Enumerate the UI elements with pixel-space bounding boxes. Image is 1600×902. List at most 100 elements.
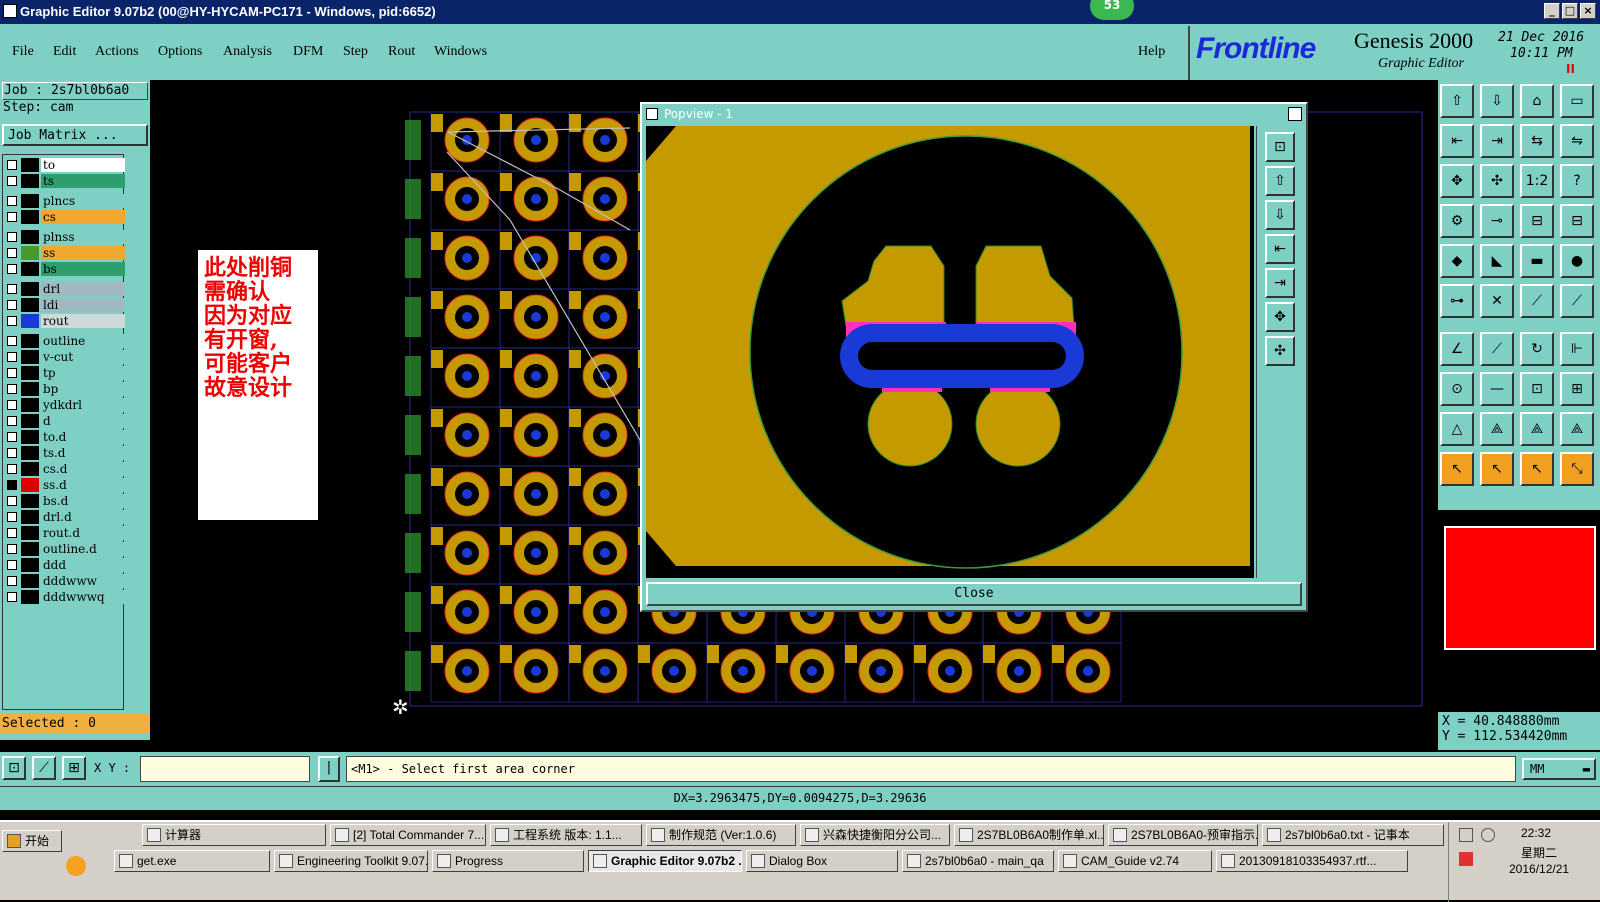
tool-button-33-icon[interactable]: △ xyxy=(1440,412,1474,446)
tool-button-40-icon[interactable]: ⤡ xyxy=(1560,452,1594,486)
tool-button-20-icon[interactable]: ● xyxy=(1560,244,1594,278)
layer-color-swatch[interactable] xyxy=(21,210,39,224)
layer-row-cs[interactable]: cs xyxy=(7,209,125,225)
layer-checkbox[interactable] xyxy=(7,284,17,294)
tool-button-38-icon[interactable]: ↖ xyxy=(1480,452,1514,486)
layer-name[interactable]: ss xyxy=(41,246,125,260)
layer-checkbox[interactable] xyxy=(7,560,17,570)
menu-actions[interactable]: Actions xyxy=(95,44,139,60)
layer-row-rout[interactable]: rout xyxy=(7,313,125,329)
tool-button-27-icon[interactable]: ↻ xyxy=(1520,332,1554,366)
taskbar-item[interactable]: get.exe xyxy=(114,850,270,872)
layer-checkbox[interactable] xyxy=(7,232,17,242)
tool-button-36-icon[interactable]: ⟁ xyxy=(1560,412,1594,446)
taskbar-item[interactable]: 计算器 xyxy=(142,824,326,846)
layer-row-plnss[interactable]: plnss xyxy=(7,229,125,245)
tool-button-14-icon[interactable]: ⊸ xyxy=(1480,204,1514,238)
separator-button[interactable]: | xyxy=(318,756,340,782)
tool-button-15-icon[interactable]: ⊟ xyxy=(1520,204,1554,238)
popview-tool-6-icon[interactable]: ✥ xyxy=(1265,302,1295,332)
layer-color-swatch[interactable] xyxy=(21,414,39,428)
volume-icon[interactable] xyxy=(1481,828,1495,842)
tool-button-25-icon[interactable]: ∠ xyxy=(1440,332,1474,366)
popview-tool-5-icon[interactable]: ⇥ xyxy=(1265,268,1295,298)
tray-app-icon[interactable] xyxy=(1459,852,1473,866)
layer-name[interactable]: cs xyxy=(41,210,125,224)
layer-color-swatch[interactable] xyxy=(21,282,39,296)
layer-name[interactable]: to xyxy=(41,158,125,172)
taskbar-item[interactable]: CAM_Guide v2.74 xyxy=(1058,850,1212,872)
layer-color-swatch[interactable] xyxy=(21,526,39,540)
tool-button-35-icon[interactable]: ⟁ xyxy=(1520,412,1554,446)
layer-row-v-cut[interactable]: v-cut xyxy=(7,349,125,365)
layer-color-swatch[interactable] xyxy=(21,398,39,412)
job-matrix-button[interactable]: Job Matrix ... xyxy=(2,124,148,146)
layer-row-plncs[interactable]: plncs xyxy=(7,193,125,209)
start-button[interactable]: 开始 xyxy=(2,830,62,852)
taskbar-item[interactable]: Dialog Box xyxy=(746,850,898,872)
menu-windows[interactable]: Windows xyxy=(434,44,487,60)
layer-name[interactable]: bs.d xyxy=(41,494,125,508)
layer-checkbox[interactable] xyxy=(7,316,17,326)
layer-name[interactable]: bp xyxy=(41,382,125,396)
layer-row-bp[interactable]: bp xyxy=(7,381,125,397)
menu-step[interactable]: Step xyxy=(343,44,368,60)
layer-color-swatch[interactable] xyxy=(21,158,39,172)
layer-name[interactable]: drl.d xyxy=(41,510,125,524)
tool-button-22-icon[interactable]: ✕ xyxy=(1480,284,1514,318)
layer-color-swatch[interactable] xyxy=(21,382,39,396)
layer-name[interactable]: bs xyxy=(41,262,125,276)
popview-zoom-view[interactable] xyxy=(646,126,1254,578)
layer-row-bs-d[interactable]: bs.d xyxy=(7,493,125,509)
tool-button-30-icon[interactable]: — xyxy=(1480,372,1514,406)
popview-close-button[interactable]: Close xyxy=(646,582,1302,606)
tool-button-6-icon[interactable]: ⇥ xyxy=(1480,124,1514,158)
grid-icon[interactable]: ⊞ xyxy=(62,756,86,780)
tool-button-12-icon[interactable]: ? xyxy=(1560,164,1594,198)
taskbar-item[interactable]: Engineering Toolkit 9.07... xyxy=(274,850,428,872)
tool-button-8-icon[interactable]: ⇋ xyxy=(1560,124,1594,158)
taskbar-item[interactable]: Progress xyxy=(432,850,584,872)
menu-options[interactable]: Options xyxy=(158,44,202,60)
tool-button-32-icon[interactable]: ⊞ xyxy=(1560,372,1594,406)
layer-color-swatch[interactable] xyxy=(21,494,39,508)
layer-row-ss[interactable]: ss xyxy=(7,245,125,261)
layer-color-swatch[interactable] xyxy=(21,478,39,492)
snap-icon[interactable]: ⟋ xyxy=(32,756,56,780)
layer-row-rout-d[interactable]: rout.d xyxy=(7,525,125,541)
layer-row-ldi[interactable]: ldi xyxy=(7,297,125,313)
tool-button-1-icon[interactable]: ⇧ xyxy=(1440,84,1474,118)
menu-rout[interactable]: Rout xyxy=(388,44,415,60)
zoom-box-icon[interactable]: ⊡ xyxy=(2,756,26,780)
layer-checkbox[interactable] xyxy=(7,196,17,206)
layer-row-to[interactable]: to xyxy=(7,157,125,173)
layer-color-swatch[interactable] xyxy=(21,230,39,244)
layer-checkbox[interactable] xyxy=(7,212,17,222)
layer-color-swatch[interactable] xyxy=(21,510,39,524)
layer-color-swatch[interactable] xyxy=(21,366,39,380)
layer-color-swatch[interactable] xyxy=(21,314,39,328)
tool-button-16-icon[interactable]: ⊟ xyxy=(1560,204,1594,238)
close-window-button[interactable]: × xyxy=(1580,3,1596,19)
layer-checkbox[interactable] xyxy=(7,160,17,170)
taskbar-item[interactable]: 兴森快捷衡阳分公司... xyxy=(800,824,950,846)
layer-checkbox[interactable] xyxy=(7,176,17,186)
layer-color-swatch[interactable] xyxy=(21,558,39,572)
layer-row-tp[interactable]: tp xyxy=(7,365,125,381)
layer-row-dddwwwq[interactable]: dddwwwq xyxy=(7,589,125,605)
popview-tool-3-icon[interactable]: ⇩ xyxy=(1265,200,1295,230)
layer-color-swatch[interactable] xyxy=(21,446,39,460)
maximize-button[interactable]: □ xyxy=(1562,3,1578,19)
layer-row-drl[interactable]: drl xyxy=(7,281,125,297)
tool-button-31-icon[interactable]: ⊡ xyxy=(1520,372,1554,406)
tool-button-9-icon[interactable]: ✥ xyxy=(1440,164,1474,198)
tool-button-24-icon[interactable]: ⟋ xyxy=(1560,284,1594,318)
layer-color-swatch[interactable] xyxy=(21,350,39,364)
menu-analysis[interactable]: Analysis xyxy=(223,44,272,60)
layer-name[interactable]: outline.d xyxy=(41,542,125,556)
xy-input[interactable] xyxy=(140,756,310,782)
layer-row-ts-d[interactable]: ts.d xyxy=(7,445,125,461)
units-selector[interactable]: MM ▬ xyxy=(1522,758,1596,780)
quick-launch-icon[interactable] xyxy=(66,856,86,876)
layer-name[interactable]: tp xyxy=(41,366,125,380)
